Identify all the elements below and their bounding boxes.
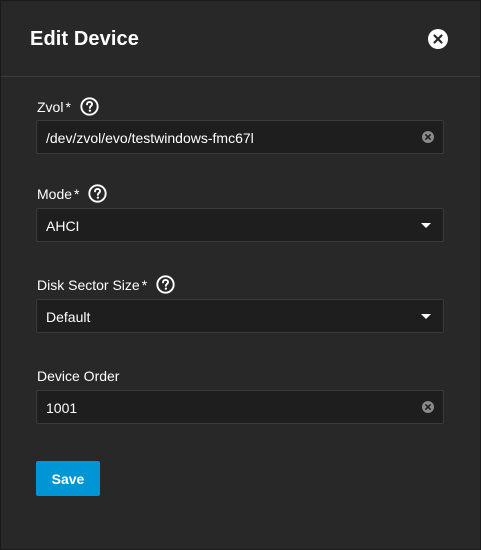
mode-value: AHCI xyxy=(46,218,80,234)
edit-device-dialog: Edit Device Zvol * /dev/zvol/evo/testwind… xyxy=(0,0,481,550)
zvol-label-text: Zvol xyxy=(37,98,64,115)
device-order-label-text: Device Order xyxy=(37,368,120,384)
mode-select[interactable]: AHCI xyxy=(36,208,444,242)
device-order-input[interactable]: 1001 xyxy=(36,390,444,424)
mode-required-marker: * xyxy=(74,185,80,202)
sector-size-required-marker: * xyxy=(141,276,148,293)
zvol-clear-icon[interactable] xyxy=(422,131,434,143)
mode-label: Mode * xyxy=(37,184,108,203)
sector-size-label: Disk Sector Size * xyxy=(37,275,175,294)
dialog-header: Edit Device xyxy=(1,1,480,77)
sector-size-label-text: Disk Sector Size xyxy=(37,276,140,293)
mode-help-icon[interactable] xyxy=(88,184,108,203)
sector-size-value: Default xyxy=(46,309,91,325)
mode-caret-down-icon xyxy=(421,223,431,228)
device-order-clear-icon[interactable] xyxy=(422,401,434,413)
close-button[interactable] xyxy=(428,29,448,49)
zvol-value: /dev/zvol/evo/testwindows-fmc67l xyxy=(46,130,254,146)
device-order-label: Device Order xyxy=(37,368,119,384)
zvol-required-marker: * xyxy=(65,98,71,115)
zvol-input[interactable]: /dev/zvol/evo/testwindows-fmc67l xyxy=(36,120,444,154)
sector-size-caret-down-icon xyxy=(421,314,431,319)
sector-size-select[interactable]: Default xyxy=(36,299,444,333)
zvol-help-icon[interactable] xyxy=(80,97,99,116)
close-icon xyxy=(433,34,443,44)
dialog-title: Edit Device xyxy=(30,28,139,50)
sector-size-help-icon[interactable] xyxy=(156,275,175,294)
save-button[interactable]: Save xyxy=(36,461,100,496)
mode-label-text: Mode xyxy=(37,185,73,202)
zvol-label: Zvol * xyxy=(37,97,99,116)
device-order-value: 1001 xyxy=(46,400,78,416)
